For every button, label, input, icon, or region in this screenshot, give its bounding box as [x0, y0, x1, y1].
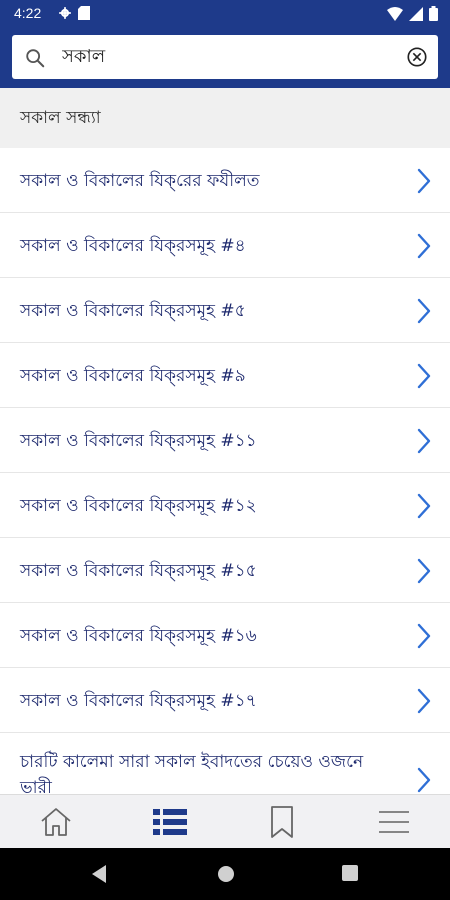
back-icon[interactable]	[90, 864, 108, 884]
status-bar: 4:22	[0, 0, 450, 28]
chevron-right-icon	[417, 767, 431, 793]
list-item[interactable]: সকাল ও বিকালের যিক্‌রসমূহ #১৫	[0, 538, 450, 603]
chevron-right-icon	[417, 298, 431, 324]
signal-icon	[409, 6, 423, 21]
recents-icon[interactable]	[341, 864, 359, 882]
battery-icon	[429, 6, 438, 21]
list-item-label: সকাল ও বিকালের যিক্‌রসমূহ #১১	[20, 431, 257, 451]
list-item-label: সকাল ও বিকালের যিক্‌রসমূহ #১৬	[20, 626, 257, 646]
tab-bookmarks[interactable]	[262, 803, 302, 841]
search-input[interactable]	[60, 43, 394, 71]
results-list: সকাল ও বিকালের যিক্‌রের ফযীলত সকাল ও বিক…	[0, 148, 450, 804]
tab-menu[interactable]	[374, 803, 414, 841]
list-item[interactable]: সকাল ও বিকালের যিক্‌রসমূহ #৪	[0, 213, 450, 278]
status-time: 4:22	[14, 5, 42, 21]
section-title: সকাল সন্ধ্যা	[20, 108, 101, 128]
list-item-label: সকাল ও বিকালের যিক্‌রসমূহ #৪	[20, 236, 246, 256]
list-item-label: সকাল ও বিকালের যিক্‌রের ফযীলত	[20, 171, 260, 191]
list-item[interactable]: সকাল ও বিকালের যিক্‌রসমূহ #১৭	[0, 668, 450, 733]
list-item-label: সকাল ও বিকালের যিক্‌রসমূহ #৫	[20, 301, 246, 321]
chevron-right-icon	[417, 428, 431, 454]
chevron-right-icon	[417, 168, 431, 194]
bottom-tab-bar	[0, 794, 450, 849]
list-item-label: সকাল ও বিকালের যিক্‌রসমূহ #৯	[20, 366, 246, 386]
sd-card-icon	[78, 6, 90, 20]
tab-list[interactable]	[150, 803, 190, 841]
home-icon	[41, 808, 71, 836]
search-bar	[0, 28, 450, 88]
chevron-right-icon	[417, 558, 431, 584]
section-header: সকাল সন্ধ্যা	[0, 88, 450, 148]
list-item[interactable]: সকাল ও বিকালের যিক্‌রসমূহ #১১	[0, 408, 450, 473]
list-item[interactable]: সকাল ও বিকালের যিক্‌রসমূহ #১২	[0, 473, 450, 538]
clear-icon[interactable]	[406, 46, 428, 68]
list-item-label: সকাল ও বিকালের যিক্‌রসমূহ #১৭	[20, 691, 257, 711]
tab-home[interactable]	[36, 803, 76, 841]
list-item-label: সকাল ও বিকালের যিক্‌রসমূহ #১২	[20, 496, 257, 516]
list-item-label: সকাল ও বিকালের যিক্‌রসমূহ #১৫	[20, 561, 257, 581]
menu-icon	[379, 811, 409, 833]
bookmark-icon	[271, 806, 293, 838]
settings-icon	[59, 7, 71, 19]
wifi-icon	[387, 6, 403, 21]
list-item[interactable]: সকাল ও বিকালের যিক্‌রসমূহ #৫	[0, 278, 450, 343]
chevron-right-icon	[417, 623, 431, 649]
chevron-right-icon	[417, 363, 431, 389]
list-item[interactable]: সকাল ও বিকালের যিক্‌রসমূহ #৯	[0, 343, 450, 408]
list-icon	[153, 809, 187, 835]
search-icon	[26, 49, 45, 68]
system-nav-bar	[0, 848, 450, 900]
home-button-icon[interactable]	[216, 864, 236, 884]
search-box[interactable]	[12, 35, 438, 79]
chevron-right-icon	[417, 233, 431, 259]
list-item[interactable]: সকাল ও বিকালের যিক্‌রসমূহ #১৬	[0, 603, 450, 668]
chevron-right-icon	[417, 688, 431, 714]
list-item[interactable]: সকাল ও বিকালের যিক্‌রের ফযীলত	[0, 148, 450, 213]
chevron-right-icon	[417, 493, 431, 519]
